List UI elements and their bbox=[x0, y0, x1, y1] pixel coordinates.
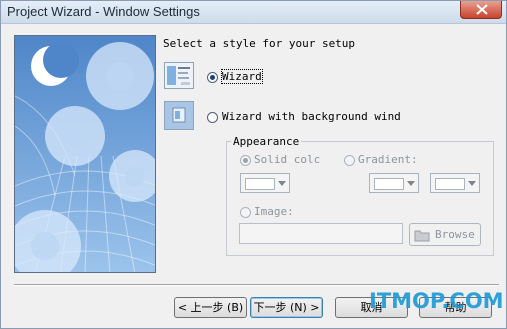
solid-color-radio[interactable] bbox=[240, 155, 251, 166]
chevron-down-icon bbox=[278, 181, 286, 186]
image-label: Image: bbox=[254, 205, 294, 218]
background-window-option-label[interactable]: Wizard with background wind bbox=[222, 110, 401, 123]
gradient-start-color-dropdown[interactable] bbox=[369, 173, 419, 193]
gradient-start-swatch bbox=[374, 178, 404, 190]
solid-color-label: Solid colc bbox=[254, 153, 321, 166]
close-icon bbox=[476, 4, 488, 15]
project-wizard-window: Project Wizard - Window Settings Select … bbox=[0, 0, 507, 329]
chevron-down-icon bbox=[407, 181, 415, 186]
background-window-style-preview bbox=[164, 101, 194, 130]
solid-color-swatch bbox=[245, 178, 275, 190]
title-bar: Project Wizard - Window Settings bbox=[1, 1, 506, 24]
chevron-down-icon bbox=[468, 181, 476, 186]
wizard-style-preview bbox=[164, 62, 194, 89]
next-button[interactable]: 下一步 (N) > bbox=[250, 297, 323, 318]
browse-label: Browse bbox=[435, 228, 475, 241]
appearance-group-title: Appearance bbox=[231, 135, 302, 148]
gradient-radio[interactable] bbox=[344, 155, 355, 166]
window-title: Project Wizard - Window Settings bbox=[7, 4, 200, 19]
wizard-radio[interactable] bbox=[207, 72, 218, 83]
image-radio[interactable] bbox=[240, 207, 251, 218]
site-watermark: ITMOP.COM bbox=[369, 289, 504, 313]
close-button[interactable] bbox=[460, 1, 502, 19]
browse-button[interactable]: Browse bbox=[409, 223, 481, 246]
back-button[interactable]: < 上一步 (B) bbox=[174, 297, 247, 318]
gradient-end-swatch bbox=[435, 178, 465, 190]
folder-icon bbox=[414, 230, 430, 242]
wizard-option-label[interactable]: Wizard bbox=[221, 69, 263, 84]
image-path-field[interactable] bbox=[239, 223, 403, 244]
wizard-side-image bbox=[14, 35, 156, 273]
gradient-label: Gradient: bbox=[358, 153, 418, 166]
gradient-end-color-dropdown[interactable] bbox=[430, 173, 480, 193]
solid-color-dropdown[interactable] bbox=[240, 173, 290, 193]
footer-separator bbox=[14, 284, 499, 286]
setup-prompt: Select a style for your setup bbox=[163, 37, 356, 50]
background-window-radio[interactable] bbox=[207, 112, 218, 123]
